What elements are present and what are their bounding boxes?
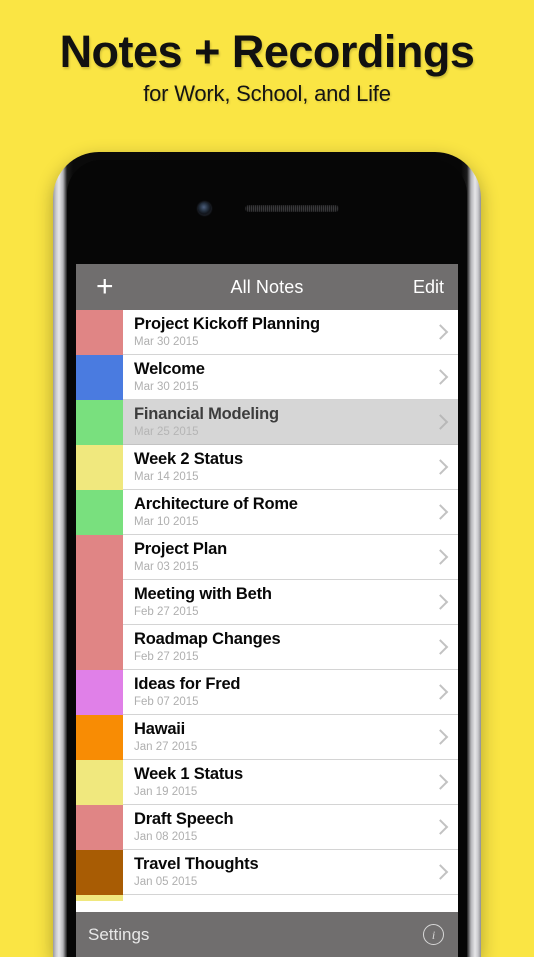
phone-sensor-row xyxy=(67,197,467,219)
note-title: Roadmap Changes xyxy=(134,629,281,648)
note-title: Welcome xyxy=(134,359,205,378)
note-title: Ideas for Fred xyxy=(134,674,241,693)
table-row[interactable]: Financial Modeling Mar 25 2015 xyxy=(76,400,458,445)
note-color-swatch xyxy=(76,355,123,400)
earpiece-speaker-icon xyxy=(245,205,339,212)
note-color-swatch xyxy=(76,490,123,535)
note-row-body: Roadmap Changes Feb 27 2015 xyxy=(123,625,458,670)
note-row-body: Week 2 Status Mar 14 2015 xyxy=(123,445,458,490)
table-row[interactable]: Project Plan Mar 03 2015 xyxy=(76,535,458,580)
note-color-swatch xyxy=(76,760,123,805)
note-color-swatch xyxy=(76,535,123,580)
note-title: Project Plan xyxy=(134,539,227,558)
add-note-button[interactable]: + xyxy=(90,270,120,304)
note-color-swatch xyxy=(76,850,123,895)
note-title: Week 2 Status xyxy=(134,449,243,468)
edit-button[interactable]: Edit xyxy=(413,277,444,298)
promo-banner: Notes + Recordings for Work, School, and… xyxy=(0,0,534,145)
note-color-swatch xyxy=(76,895,123,901)
table-row[interactable]: Hawaii Jan 27 2015 xyxy=(76,715,458,760)
table-row[interactable]: Architecture of Rome Mar 10 2015 xyxy=(76,490,458,535)
note-color-swatch xyxy=(76,580,123,625)
note-date: Mar 25 2015 xyxy=(134,425,199,438)
note-row-body: Project Plan Mar 03 2015 xyxy=(123,535,458,580)
note-title: Travel Thoughts xyxy=(134,854,259,873)
note-row-body: Project Kickoff Planning Mar 30 2015 xyxy=(123,310,458,355)
note-title: Financial Modeling xyxy=(134,404,279,423)
note-color-swatch xyxy=(76,445,123,490)
info-circle-icon[interactable]: i xyxy=(423,924,444,945)
note-date: Feb 27 2015 xyxy=(134,605,199,618)
page-title: All Notes xyxy=(230,276,304,297)
note-row-body: Financial Modeling Mar 25 2015 xyxy=(123,400,458,445)
note-date: Mar 30 2015 xyxy=(134,380,199,393)
note-row-body: Ideas for Fred Feb 07 2015 xyxy=(123,670,458,715)
note-date: Mar 14 2015 xyxy=(134,470,199,483)
table-row[interactable]: Week 2 Status Mar 14 2015 xyxy=(76,445,458,490)
bottom-toolbar: Settings i xyxy=(76,912,458,957)
table-row[interactable]: Week 1 Status Jan 19 2015 xyxy=(76,760,458,805)
note-row-body: Travel Thoughts Jan 05 2015 xyxy=(123,850,458,895)
note-color-swatch xyxy=(76,625,123,670)
list-item[interactable] xyxy=(76,895,458,901)
note-title: Meeting with Beth xyxy=(134,584,272,603)
note-date: Jan 27 2015 xyxy=(134,740,198,753)
table-row[interactable]: Roadmap Changes Feb 27 2015 xyxy=(76,625,458,670)
note-row-body: Week 1 Status Jan 19 2015 xyxy=(123,760,458,805)
note-title: Project Kickoff Planning xyxy=(134,314,320,333)
note-color-swatch xyxy=(76,400,123,445)
note-row-body: Meeting with Beth Feb 27 2015 xyxy=(123,580,458,625)
app-screen: + All Notes Edit Project Kickoff Plannin… xyxy=(76,264,458,957)
note-color-swatch xyxy=(76,715,123,760)
table-row[interactable]: Meeting with Beth Feb 27 2015 xyxy=(76,580,458,625)
promo-title: Notes + Recordings xyxy=(59,26,475,77)
note-color-swatch xyxy=(76,805,123,850)
note-date: Feb 27 2015 xyxy=(134,650,199,663)
note-row-body: Hawaii Jan 27 2015 xyxy=(123,715,458,760)
note-date: Mar 03 2015 xyxy=(134,560,199,573)
navigation-bar: + All Notes Edit xyxy=(76,264,458,310)
note-title: Draft Speech xyxy=(134,809,234,828)
promo-subtitle: for Work, School, and Life xyxy=(143,81,391,107)
settings-button[interactable]: Settings xyxy=(88,925,149,945)
note-date: Jan 08 2015 xyxy=(134,830,198,843)
table-row[interactable]: Ideas for Fred Feb 07 2015 xyxy=(76,670,458,715)
notes-list[interactable]: Project Kickoff Planning Mar 30 2015 Welco… xyxy=(76,310,458,912)
note-row-body: Welcome Mar 30 2015 xyxy=(123,355,458,400)
note-title: Architecture of Rome xyxy=(134,494,298,513)
note-date: Mar 10 2015 xyxy=(134,515,199,528)
note-title: Hawaii xyxy=(134,719,186,738)
note-date: Feb 07 2015 xyxy=(134,695,199,708)
note-row-body: Architecture of Rome Mar 10 2015 xyxy=(123,490,458,535)
table-row[interactable]: Travel Thoughts Jan 05 2015 xyxy=(76,850,458,895)
note-row-body: Draft Speech Jan 08 2015 xyxy=(123,805,458,850)
note-date: Mar 30 2015 xyxy=(134,335,199,348)
note-title: Week 1 Status xyxy=(134,764,243,783)
note-color-swatch xyxy=(76,670,123,715)
note-date: Jan 05 2015 xyxy=(134,875,198,888)
camera-icon xyxy=(198,202,211,215)
note-color-swatch xyxy=(76,310,123,355)
note-date: Jan 19 2015 xyxy=(134,785,198,798)
table-row[interactable]: Project Kickoff Planning Mar 30 2015 xyxy=(76,310,458,355)
table-row[interactable]: Welcome Mar 30 2015 xyxy=(76,355,458,400)
note-row-body xyxy=(123,895,458,901)
phone-device-mockup: + All Notes Edit Project Kickoff Plannin… xyxy=(53,152,481,957)
table-row[interactable]: Draft Speech Jan 08 2015 xyxy=(76,805,458,850)
